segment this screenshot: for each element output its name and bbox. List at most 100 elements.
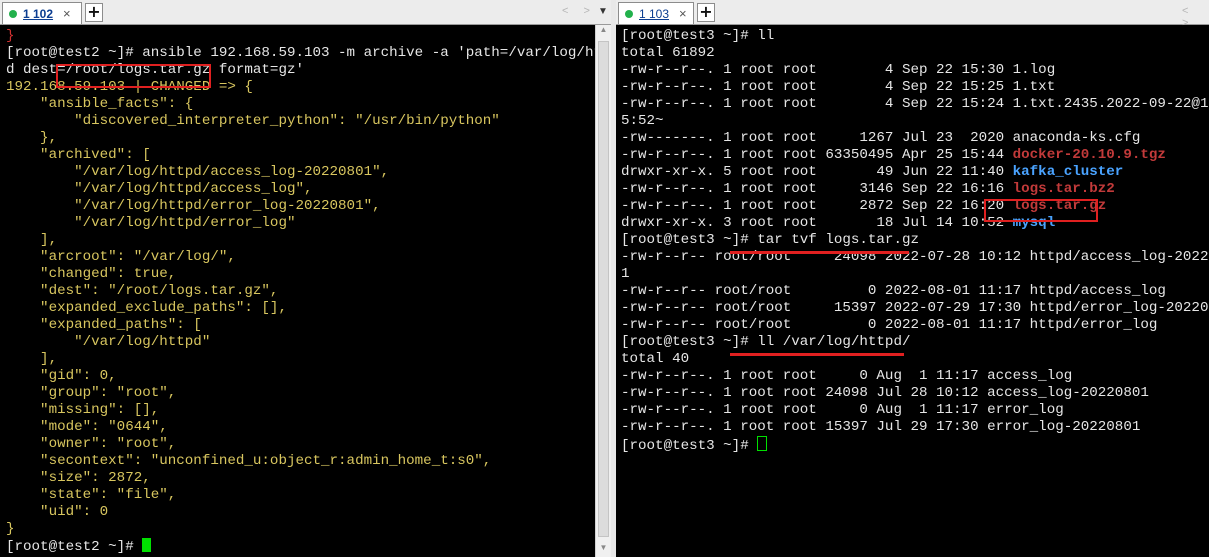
scroll-thumb[interactable] (598, 41, 609, 537)
terminal-line: -rw-r--r-- root/root 0 2022-08-01 11:17 … (621, 317, 1209, 334)
terminal-line: drwxr-xr-x. 5 root root 49 Jun 22 11:40 … (621, 164, 1209, 181)
terminal-line: [root@test3 ~]# ll /var/log/httpd/ (621, 334, 1209, 351)
terminal-line: -rw-r--r--. 1 root root 4 Sep 22 15:30 1… (621, 62, 1209, 79)
terminal-line: -rw-r--r-- root/root 15397 2022-07-29 17… (621, 300, 1209, 317)
terminal-text: kafka_cluster (1012, 164, 1124, 180)
terminal-line: -rw-r--r--. 1 root root 63350495 Apr 25 … (621, 147, 1209, 164)
terminal-line: -rw-r--r--. 1 root root 4 Sep 22 15:25 1… (621, 79, 1209, 96)
terminal-text: "expanded_paths": [ (6, 317, 202, 333)
terminal-text: }, (6, 130, 58, 146)
terminal-text: "size": 2872, (6, 470, 151, 486)
terminal-text: [root@test3 ~]# ll (621, 28, 775, 44)
terminal-text: total 40 (621, 351, 690, 367)
terminal-text: -rw-------. 1 root root 1267 Jul 23 2020… (621, 130, 1141, 146)
tab-session-102[interactable]: 1 102 × (2, 2, 82, 24)
terminal-line: }, (6, 130, 611, 147)
tab-close-icon[interactable]: × (679, 6, 687, 21)
terminal-text: drwxr-xr-x. 5 root root 49 Jun 22 11:40 (621, 164, 1013, 180)
terminal-line: "discovered_interpreter_python": "/usr/b… (6, 113, 611, 130)
terminal-text: } (6, 521, 15, 537)
terminal-line: "/var/log/httpd/error_log" (6, 215, 611, 232)
tab-session-103[interactable]: 1 103 × (618, 2, 694, 24)
terminal-line: -rw-r--r--. 1 root root 3146 Sep 22 16:1… (621, 181, 1209, 198)
terminal-text: "discovered_interpreter_python": "/usr/b… (6, 113, 500, 129)
terminal-text: "secontext": "unconfined_u:object_r:admi… (6, 453, 492, 469)
terminal-text: logs.tar.bz2 (1012, 181, 1115, 197)
terminal-line: "arcroot": "/var/log/", (6, 249, 611, 266)
terminal-line: -rw-r--r--. 1 root root 15397 Jul 29 17:… (621, 419, 1209, 436)
right-tab-bar: 1 103 × + < > (616, 0, 1209, 29)
terminal-line: -rw-r--r--. 1 root root 0 Aug 1 11:17 er… (621, 402, 1209, 419)
terminal-text: [root@test3 ~]# (621, 438, 758, 454)
terminal-line: ], (6, 351, 611, 368)
add-tab-button[interactable]: + (697, 3, 715, 22)
terminal-line: -rw-r--r--. 1 root root 2872 Sep 22 16:2… (621, 198, 1209, 215)
terminal-text: "group": "root", (6, 385, 177, 401)
terminal-text: -rw-r--r--. 1 root root 4 Sep 22 15:24 1… (621, 96, 1209, 112)
terminal-line: "/var/log/httpd/error_log-20220801", (6, 198, 611, 215)
scroll-down-icon[interactable]: ▼ (596, 543, 611, 557)
terminal-text: docker-20.10.9.tgz (1012, 147, 1166, 163)
left-terminal-pane[interactable]: 1 102 × + < > ▼ } [root@test2 ~]# ansible… (0, 0, 611, 557)
connected-status-icon (625, 9, 633, 18)
terminal-text: -rw-r--r--. 1 root root 3146 Sep 22 16:1… (621, 181, 1013, 197)
terminal-text: -rw-r--r--. 1 root root 24098 Jul 28 10:… (621, 385, 1149, 401)
tab-scroll-arrows[interactable]: < > (562, 5, 596, 17)
terminal-text: 5:52~ (621, 113, 664, 129)
underline-tar-command (730, 251, 909, 254)
terminal-line: "expanded_paths": [ (6, 317, 611, 334)
terminal-line: total 40 (621, 351, 1209, 368)
terminal-text: -rw-r--r--. 1 root root 15397 Jul 29 17:… (621, 419, 1141, 435)
left-vertical-scrollbar[interactable]: ▲ ▼ (595, 25, 611, 557)
terminal-line: [root@test3 ~]# tar tvf logs.tar.gz (621, 232, 1209, 249)
tab-menu-arrow-icon[interactable]: ▼ (598, 6, 608, 17)
terminal-line: "/var/log/httpd/access_log", (6, 181, 611, 198)
right-terminal-pane[interactable]: 1 103 × + < > [root@test3 ~]# ll total 61… (616, 0, 1209, 557)
terminal-text: } (6, 28, 15, 44)
scroll-up-icon[interactable]: ▲ (596, 25, 611, 39)
terminal-text: -rw-r--r-- root/root 24098 2022-07-28 10… (621, 249, 1209, 265)
terminal-text: "gid": 0, (6, 368, 117, 384)
terminal-text: "/var/log/httpd/access_log", (6, 181, 313, 197)
terminal-text: [root@test2 ~]# (6, 539, 143, 555)
terminal-text: -rw-r--r--. 1 root root 0 Aug 1 11:17 er… (621, 402, 1064, 418)
terminal-line: "gid": 0, (6, 368, 611, 385)
tab-label: 1 103 (639, 6, 670, 21)
add-tab-button[interactable]: + (85, 3, 103, 22)
terminal-text: "dest": "/root/logs.tar.gz", (6, 283, 279, 299)
right-terminal-output[interactable]: [root@test3 ~]# ll total 61892 -rw-r--r--.… (616, 25, 1209, 557)
terminal-line: "owner": "root", (6, 436, 611, 453)
terminal-line: -rw-r--r--. 1 root root 24098 Jul 28 10:… (621, 385, 1209, 402)
terminal-line: "archived": [ (6, 147, 611, 164)
terminal-line: "group": "root", (6, 385, 611, 402)
terminal-text: "state": "file", (6, 487, 177, 503)
terminal-line: total 61892 (621, 45, 1209, 62)
left-tab-bar: 1 102 × + < > ▼ (0, 0, 611, 25)
terminal-line: [root@test3 ~]# (621, 436, 1209, 454)
left-terminal-output[interactable]: } [root@test2 ~]# ansible 192.168.59.103 … (0, 25, 611, 557)
text-cursor (757, 436, 768, 451)
connected-status-icon (9, 9, 17, 18)
terminal-line: "/var/log/httpd/access_log-20220801", (6, 164, 611, 181)
terminal-text: "/var/log/httpd/error_log" (6, 215, 296, 231)
terminal-text: "/var/log/httpd/access_log-20220801", (6, 164, 390, 180)
terminal-text: [root@test3 ~]# ll /var/log/httpd/ (621, 334, 911, 350)
terminal-line: 1 (621, 266, 1209, 283)
terminal-text: total 61892 (621, 45, 715, 61)
terminal-line: 5:52~ (621, 113, 1209, 130)
terminal-text: [root@test3 ~]# tar tvf logs.tar.gz (621, 232, 919, 248)
terminal-text: -rw-r--r--. 1 root root 2872 Sep 22 16:2… (621, 198, 1013, 214)
terminal-text: -rw-r--r--. 1 root root 0 Aug 1 11:17 ac… (621, 368, 1073, 384)
terminal-line: [root@test3 ~]# ll (621, 28, 1209, 45)
terminal-line: "state": "file", (6, 487, 611, 504)
terminal-text: -rw-r--r-- root/root 0 2022-08-01 11:17 … (621, 317, 1158, 333)
terminal-line: "/var/log/httpd" (6, 334, 611, 351)
terminal-line: [root@test2 ~]# (6, 538, 611, 555)
terminal-text: "/var/log/httpd" (6, 334, 211, 350)
tab-close-icon[interactable]: × (63, 6, 71, 21)
terminal-line: "missing": [], (6, 402, 611, 419)
terminal-line: drwxr-xr-x. 3 root root 18 Jul 14 10:52 … (621, 215, 1209, 232)
terminal-line: "mode": "0644", (6, 419, 611, 436)
terminal-text: 1 (621, 266, 630, 282)
tab-label: 1 102 (23, 6, 54, 21)
